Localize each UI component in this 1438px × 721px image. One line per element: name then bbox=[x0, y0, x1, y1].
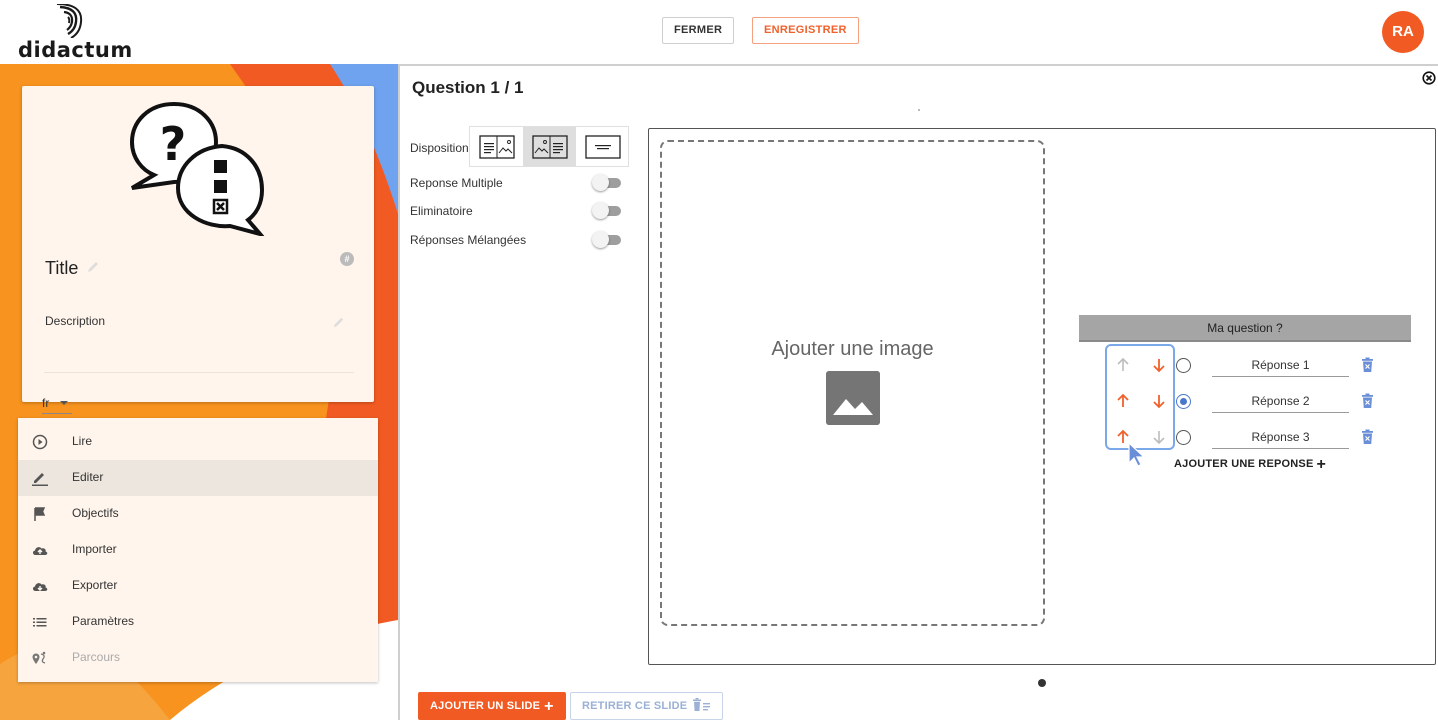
answer-radio[interactable] bbox=[1176, 394, 1191, 409]
toggle-knob[interactable] bbox=[592, 174, 609, 191]
menu-item-parametres[interactable]: Paramètres bbox=[18, 604, 378, 640]
quiz-illustration-icon: ? bbox=[129, 101, 265, 236]
description-underline bbox=[44, 372, 354, 373]
toggle-reponse-multiple[interactable]: Reponse Multiple bbox=[410, 173, 625, 193]
question-editor: Question 1 / 1 Disposition Reponse Multi… bbox=[398, 64, 1438, 720]
layout-text-only-button[interactable] bbox=[576, 127, 629, 166]
trash-icon[interactable] bbox=[1361, 393, 1374, 409]
play-circle-icon bbox=[32, 434, 48, 450]
menu-item-importer[interactable]: Importer bbox=[18, 532, 378, 568]
course-title[interactable]: Title bbox=[45, 258, 78, 279]
cloud-upload-icon bbox=[32, 547, 48, 555]
question-header[interactable]: Ma question ? bbox=[1079, 315, 1411, 342]
layout-toggle-group bbox=[469, 126, 629, 167]
plus-icon: + bbox=[1316, 456, 1327, 473]
menu-item-label: Importer bbox=[72, 542, 117, 556]
course-description[interactable]: Description bbox=[45, 314, 105, 328]
add-slide-button[interactable]: AJOUTER UN SLIDE + bbox=[418, 692, 566, 720]
top-bar: didactum FERMER ENREGISTRER RA bbox=[0, 0, 1438, 64]
answer-input[interactable]: Réponse 3 bbox=[1212, 427, 1349, 449]
menu-item-label: Objectifs bbox=[72, 506, 119, 520]
language-select[interactable]: fr bbox=[42, 394, 72, 414]
add-slide-label: AJOUTER UN SLIDE bbox=[430, 700, 541, 712]
add-answer-label: AJOUTER UNE REPONSE bbox=[1174, 458, 1314, 470]
route-icon bbox=[32, 651, 46, 664]
mouse-cursor-icon bbox=[1128, 441, 1146, 467]
pencil-icon[interactable] bbox=[332, 316, 345, 329]
toggle-label: Reponse Multiple bbox=[410, 176, 503, 190]
delete-list-icon bbox=[692, 698, 710, 711]
separator-dot bbox=[918, 109, 920, 111]
menu-item-label: Editer bbox=[72, 470, 104, 484]
disposition-label: Disposition bbox=[410, 141, 469, 155]
answer-radio[interactable] bbox=[1176, 430, 1191, 445]
close-circle-icon[interactable] bbox=[1422, 71, 1436, 85]
image-dropzone[interactable]: Ajouter une image bbox=[660, 140, 1045, 626]
layout-text-image-icon bbox=[479, 135, 515, 159]
flag-icon bbox=[34, 507, 46, 521]
image-dropzone-label: Ajouter une image bbox=[771, 338, 934, 360]
menu-item-editer[interactable]: Editer bbox=[18, 460, 378, 496]
reorder-arrows-highlight bbox=[1105, 344, 1175, 450]
trash-icon[interactable] bbox=[1361, 357, 1374, 373]
avatar[interactable]: RA bbox=[1382, 11, 1424, 53]
cloud-download-icon bbox=[32, 583, 48, 591]
toggle-label: Eliminatoire bbox=[410, 204, 473, 218]
answer-input[interactable]: Réponse 2 bbox=[1212, 391, 1349, 413]
question-box: Ma question ? Réponse 1 Réponse 2 Répons… bbox=[1079, 315, 1411, 485]
layout-image-text-icon bbox=[532, 135, 568, 159]
list-icon bbox=[33, 618, 47, 627]
logo-mark-icon bbox=[56, 4, 83, 38]
question-title: Question 1 / 1 bbox=[412, 78, 524, 97]
menu-item-label: Exporter bbox=[72, 578, 118, 592]
close-button[interactable]: FERMER bbox=[662, 17, 735, 44]
menu-item-label: Paramètres bbox=[72, 614, 135, 628]
save-button[interactable]: ENREGISTRER bbox=[752, 17, 859, 44]
pencil-icon[interactable] bbox=[86, 260, 100, 274]
add-answer-button[interactable]: AJOUTER UNE REPONSE + bbox=[1174, 456, 1326, 474]
menu-item-label: Parcours bbox=[72, 650, 121, 664]
svg-text:?: ? bbox=[160, 117, 187, 171]
menu-item-parcours[interactable]: Parcours bbox=[18, 640, 378, 676]
hash-icon[interactable]: # bbox=[340, 252, 354, 266]
layout-image-text-button[interactable] bbox=[523, 127, 576, 166]
toggle-knob[interactable] bbox=[592, 202, 609, 219]
remove-slide-button[interactable]: RETIRER CE SLIDE bbox=[570, 692, 723, 720]
side-menu: Lire Editer Objectifs Importer Exporter … bbox=[18, 418, 378, 682]
plus-icon: + bbox=[544, 698, 554, 715]
toggle-reponses-melangees[interactable]: Réponses Mélangées bbox=[410, 230, 625, 250]
logo[interactable]: didactum bbox=[18, 4, 132, 62]
menu-item-objectifs[interactable]: Objectifs bbox=[18, 496, 378, 532]
layout-text-image-button[interactable] bbox=[470, 127, 523, 166]
answer-input[interactable]: Réponse 1 bbox=[1212, 355, 1349, 377]
slide-preview: Ajouter une image Ma question ? Réponse … bbox=[648, 128, 1436, 665]
toggle-knob[interactable] bbox=[592, 231, 609, 248]
course-card: ? Title # Description fr bbox=[22, 86, 374, 414]
pencil-icon bbox=[32, 473, 48, 486]
menu-item-exporter[interactable]: Exporter bbox=[18, 568, 378, 604]
layout-text-only-icon bbox=[585, 135, 621, 159]
slide-pager-dot[interactable] bbox=[1038, 679, 1046, 687]
remove-slide-label: RETIRER CE SLIDE bbox=[582, 700, 688, 712]
caret-down-icon bbox=[60, 401, 68, 405]
logo-text: didactum bbox=[18, 38, 133, 62]
menu-item-lire[interactable]: Lire bbox=[18, 424, 378, 460]
toggle-eliminatoire[interactable]: Eliminatoire bbox=[410, 201, 625, 221]
menu-item-label: Lire bbox=[72, 434, 93, 448]
answer-radio[interactable] bbox=[1176, 358, 1191, 373]
trash-icon[interactable] bbox=[1361, 429, 1374, 445]
image-icon bbox=[826, 371, 880, 425]
toggle-label: Réponses Mélangées bbox=[410, 233, 527, 247]
left-panel: ? Title # Description fr Lire Editer Obj… bbox=[0, 64, 398, 720]
language-value: fr bbox=[42, 396, 50, 410]
